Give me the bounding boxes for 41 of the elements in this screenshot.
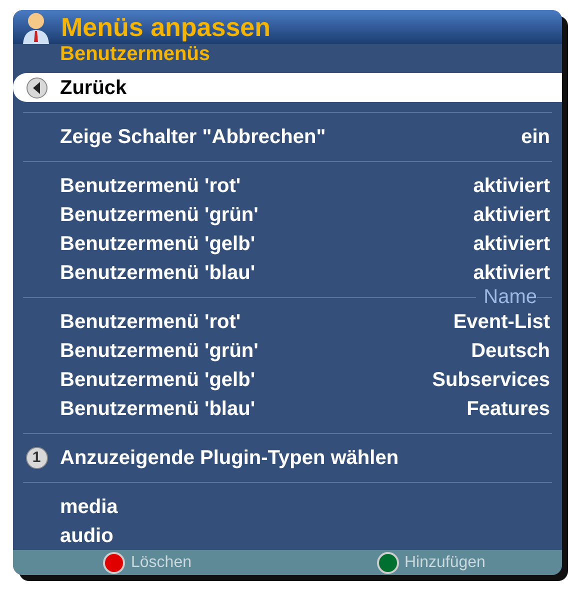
item-value: Features [466,398,550,419]
item-value: Subservices [432,370,550,390]
item-value: ein [521,126,550,147]
item-label: Benutzermenü 'gelb' [60,234,256,254]
item-label: media [60,496,118,517]
item-value: Event-List [453,312,550,332]
item-label: Benutzermenü 'rot' [60,312,241,332]
item-value: aktiviert [473,234,550,254]
item-value: aktiviert [473,176,550,196]
item-label: Benutzermenü 'blau' [60,262,256,283]
menu-item[interactable]: 1 Anzuzeigende Plugin-Typen wählen [13,443,562,472]
menu-item[interactable]: Benutzermenü 'rot' aktiviert [13,171,562,200]
window-subtitle: Benutzermenüs [60,44,210,64]
footer-label: Hinzufügen [404,554,486,571]
item-label: Benutzermenü 'grün' [60,204,258,225]
item-label: Anzuzeigende Plugin-Typen wählen [60,448,399,468]
menu-item[interactable]: Benutzermenü 'gelb' aktiviert [13,229,562,258]
user-icon [21,10,51,44]
menu-item[interactable]: Benutzermenü 'gelb' Subservices [13,365,562,394]
number-key: 1 [26,446,48,469]
menu-item[interactable]: Benutzermenü 'grün' aktiviert [13,200,562,230]
item-label: Zurück [60,78,127,98]
item-label: Zeige Schalter "Abbrechen" [60,126,326,147]
window-title: Menüs anpassen [61,14,271,40]
item-value: aktiviert [473,262,550,283]
item-value: Deutsch [471,340,550,361]
item-label: Benutzermenü 'blau' [60,398,256,419]
menu-item[interactable]: audio [13,521,562,550]
menu-item[interactable]: Benutzermenü 'rot' Event-List [13,307,562,336]
menu-item[interactable]: Benutzermenü 'grün' Deutsch [13,336,562,366]
item-label: audio [60,526,114,546]
footer-label: Löschen [131,554,192,571]
menu-item[interactable]: Benutzermenü 'blau' Features [13,394,562,424]
item-label: Benutzermenü 'rot' [60,176,241,196]
menu-item[interactable]: media [13,492,562,522]
item-label: Benutzermenü 'gelb' [60,370,256,390]
item-value: aktiviert [473,204,550,225]
item-label: Benutzermenü 'grün' [60,340,258,361]
menu-item[interactable]: Zeige Schalter "Abbrechen" ein [13,122,562,152]
menu-item[interactable]: Benutzermenü 'blau' aktiviert [13,258,562,288]
menu-item[interactable]: Zurück [13,73,562,102]
